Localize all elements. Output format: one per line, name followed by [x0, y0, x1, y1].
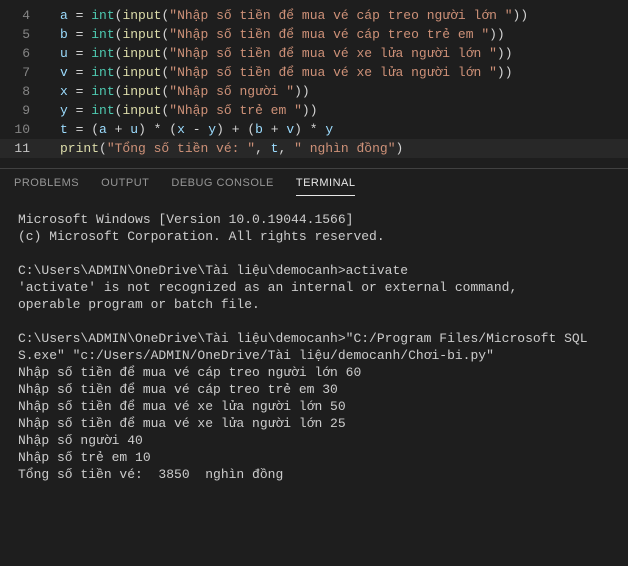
code-line[interactable]: 7v = int(input("Nhập số tiền để mua vé x…: [0, 63, 628, 82]
terminal-line: Nhập số tiền để mua vé xe lửa người lớn …: [18, 415, 610, 432]
code-line[interactable]: 4a = int(input("Nhập số tiền để mua vé c…: [0, 6, 628, 25]
code-line[interactable]: 9y = int(input("Nhập số trẻ em ")): [0, 101, 628, 120]
code-content[interactable]: v = int(input("Nhập số tiền để mua vé xe…: [48, 63, 513, 82]
code-content[interactable]: print("Tổng số tiền vé: ", t, " nghìn đồ…: [48, 139, 403, 158]
terminal-line: C:\Users\ADMIN\OneDrive\Tài liệu\democan…: [18, 262, 610, 279]
terminal-blank-line: [18, 313, 610, 330]
terminal-line: Nhập số tiền để mua vé xe lửa người lớn …: [18, 398, 610, 415]
terminal-line: Nhập số tiền để mua vé cáp treo trẻ em 3…: [18, 381, 610, 398]
bottom-panel: PROBLEMS OUTPUT DEBUG CONSOLE TERMINAL Micr…: [0, 168, 628, 493]
terminal-line: 'activate' is not recognized as an inter…: [18, 279, 610, 296]
panel-tabs: PROBLEMS OUTPUT DEBUG CONSOLE TERMINAL: [0, 169, 628, 201]
code-content[interactable]: t = (a + u) * (x - y) + (b + v) * y: [48, 120, 333, 139]
tab-output[interactable]: OUTPUT: [101, 177, 149, 195]
code-content[interactable]: y = int(input("Nhập số trẻ em ")): [48, 101, 318, 120]
line-number: 5: [0, 25, 48, 44]
line-number: 4: [0, 6, 48, 25]
terminal-line: Microsoft Windows [Version 10.0.19044.15…: [18, 211, 610, 228]
terminal-blank-line: [18, 245, 610, 262]
line-number: 8: [0, 82, 48, 101]
terminal-line: Tổng số tiền vé: 3850 nghìn đồng: [18, 466, 610, 483]
line-number: 9: [0, 101, 48, 120]
code-line[interactable]: 8x = int(input("Nhập số người ")): [0, 82, 628, 101]
line-number: 6: [0, 44, 48, 63]
code-content[interactable]: x = int(input("Nhập số người ")): [48, 82, 310, 101]
terminal-line: Nhập số trẻ em 10: [18, 449, 610, 466]
code-line[interactable]: 11print("Tổng số tiền vé: ", t, " nghìn …: [0, 139, 628, 158]
code-line[interactable]: 5b = int(input("Nhập số tiền để mua vé c…: [0, 25, 628, 44]
tab-terminal[interactable]: TERMINAL: [296, 177, 356, 196]
line-number: 11: [0, 139, 48, 158]
tab-problems[interactable]: PROBLEMS: [14, 177, 79, 195]
terminal-output[interactable]: Microsoft Windows [Version 10.0.19044.15…: [0, 201, 628, 493]
terminal-line: operable program or batch file.: [18, 296, 610, 313]
code-editor[interactable]: 4a = int(input("Nhập số tiền để mua vé c…: [0, 0, 628, 158]
code-content[interactable]: a = int(input("Nhập số tiền để mua vé cá…: [48, 6, 528, 25]
code-content[interactable]: b = int(input("Nhập số tiền để mua vé cá…: [48, 25, 505, 44]
line-number: 10: [0, 120, 48, 139]
code-line[interactable]: 6u = int(input("Nhập số tiền để mua vé x…: [0, 44, 628, 63]
terminal-line: C:\Users\ADMIN\OneDrive\Tài liệu\democan…: [18, 330, 610, 364]
tab-debug-console[interactable]: DEBUG CONSOLE: [171, 177, 273, 195]
terminal-line: Nhập số tiền để mua vé cáp treo người lớ…: [18, 364, 610, 381]
code-line[interactable]: 10t = (a + u) * (x - y) + (b + v) * y: [0, 120, 628, 139]
terminal-line: (c) Microsoft Corporation. All rights re…: [18, 228, 610, 245]
line-number: 7: [0, 63, 48, 82]
terminal-line: Nhập số người 40: [18, 432, 610, 449]
code-content[interactable]: u = int(input("Nhập số tiền để mua vé xe…: [48, 44, 513, 63]
